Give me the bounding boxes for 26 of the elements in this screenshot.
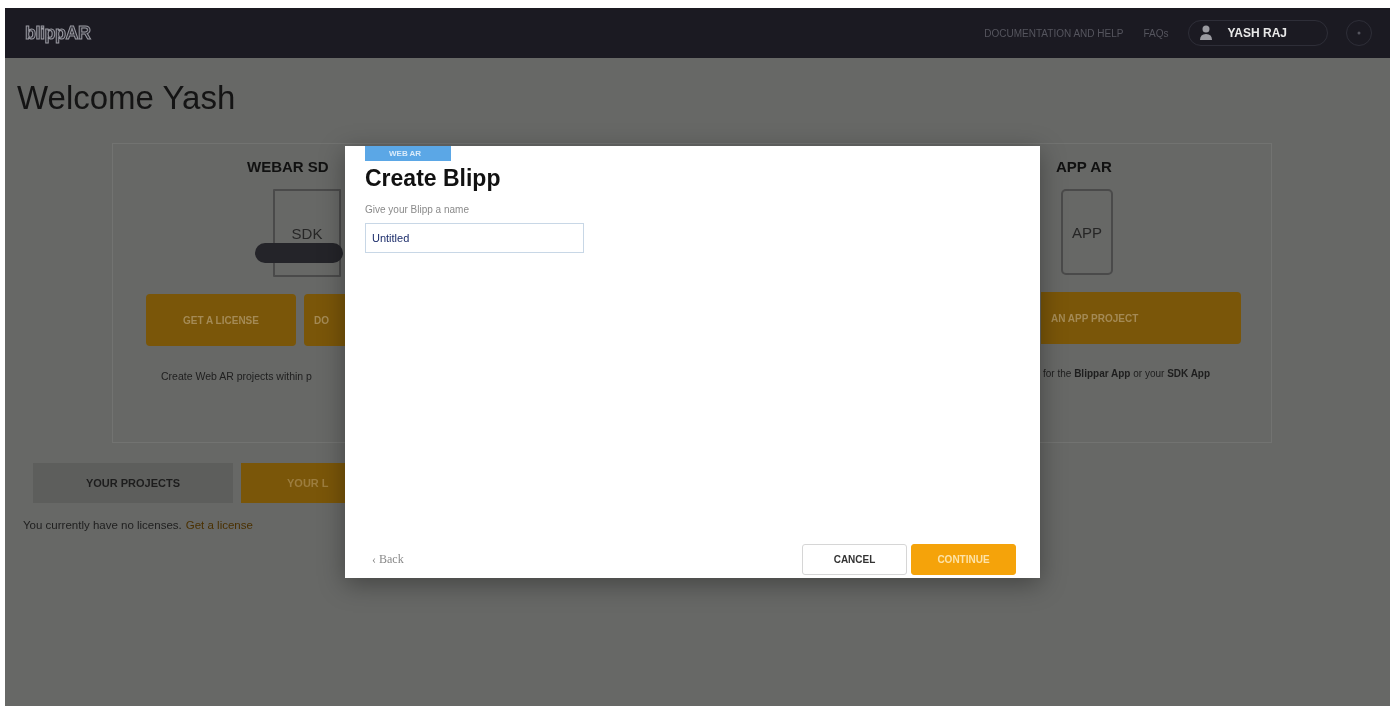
type-tag: WEB AR <box>365 146 452 161</box>
empty-message: You currently have no licenses. <box>23 519 182 531</box>
action-button[interactable]: AN APP PROJECT <box>1041 292 1241 344</box>
user-icon <box>1199 25 1214 41</box>
license-link[interactable]: Get a license <box>185 519 253 531</box>
nav-link[interactable]: FAQs <box>1143 27 1169 39</box>
icon-label: APP <box>1072 223 1102 241</box>
logo[interactable]: blippAR <box>25 22 91 44</box>
card-description: Create Web AR projects within p <box>161 370 312 382</box>
card-description: for the Blippar App or your SDK App <box>1043 368 1211 379</box>
field-label: Give your Blipp a name <box>365 204 470 215</box>
name-field[interactable]: Untitled <box>365 223 584 253</box>
card-title: WEBAR SD <box>247 158 329 175</box>
cancel-button[interactable]: CANCEL <box>802 544 907 575</box>
action-button[interactable]: GET A LICENSE <box>146 294 296 346</box>
dot-icon <box>1357 31 1361 35</box>
back-link[interactable]: ‹ Back <box>372 552 404 567</box>
pill-icon <box>255 243 343 263</box>
icon-label: SDK <box>291 224 323 242</box>
dialog-title: Create Blipp <box>365 165 502 192</box>
action-button[interactable]: DO <box>304 294 346 346</box>
card-title: APP AR <box>1056 158 1112 175</box>
welcome-heading: Welcome Yash <box>17 78 237 118</box>
tab[interactable]: YOUR PROJECTS <box>33 463 233 503</box>
continue-button[interactable]: CONTINUE <box>911 544 1016 575</box>
nav-link[interactable]: DOCUMENTATION AND HELP <box>984 27 1124 39</box>
